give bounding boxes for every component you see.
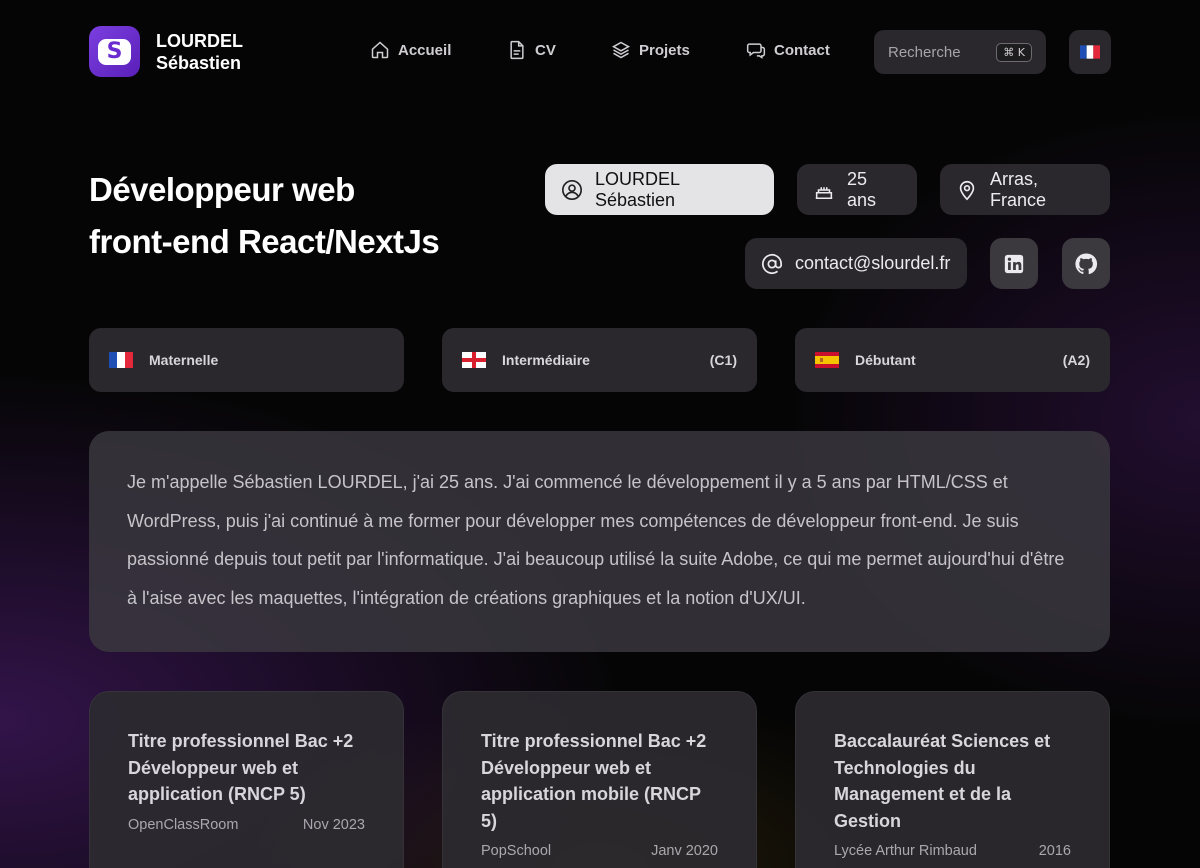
- github-icon: [1075, 252, 1098, 274]
- page: S LOURDEL Sébastien Accueil CV Projets C…: [0, 0, 1200, 868]
- education-title: Baccalauréat Sciences et Technologies du…: [834, 731, 1051, 831]
- layers-icon: [611, 41, 631, 59]
- language-label: Intermédiaire: [502, 352, 590, 368]
- education-date: 2016: [1038, 843, 1071, 859]
- brand-line1: LOURDEL: [156, 31, 243, 51]
- email-chip[interactable]: contact@slourdel.fr: [745, 238, 967, 289]
- location-chip: Arras, France: [940, 164, 1110, 215]
- language-level: (C1): [709, 352, 737, 368]
- education-school: Lycée Arthur Rimbaud: [834, 843, 977, 859]
- nav-accueil[interactable]: Accueil: [370, 40, 451, 60]
- nav-label: Projets: [639, 41, 690, 59]
- email-text: contact@slourdel.fr: [795, 253, 951, 273]
- education-card: Titre professionnel Bac +2 Développeur w…: [89, 691, 404, 868]
- title-line1: Développeur web: [89, 171, 355, 208]
- search-label: Recherche: [888, 43, 961, 61]
- page-title: Développeur web front-end React/NextJs: [89, 164, 529, 268]
- flag-en-icon: [462, 352, 486, 368]
- education-title: Titre professionnel Bac +2 Développeur w…: [128, 731, 354, 804]
- education-school: PopSchool: [481, 843, 552, 859]
- linkedin-button[interactable]: [990, 238, 1038, 289]
- language-label: Débutant: [855, 352, 916, 368]
- language-level: (A2): [1062, 352, 1090, 368]
- at-icon: [761, 253, 783, 274]
- bio-text: Je m'appelle Sébastien LOURDEL, j'ai 25 …: [127, 472, 1065, 608]
- title-line2: front-end React/NextJs: [89, 223, 440, 260]
- education-card: Titre professionnel Bac +2 Développeur w…: [442, 691, 757, 868]
- nav-label: Contact: [774, 41, 830, 59]
- nav-cv[interactable]: CV: [507, 40, 556, 60]
- search-shortcut: ⌘ K: [996, 42, 1032, 62]
- map-pin-icon: [959, 180, 975, 200]
- brand-line2: Sébastien: [156, 53, 242, 73]
- age-text: 25 ans: [847, 168, 877, 210]
- language-card-fr: Maternelle: [89, 328, 404, 392]
- brand-name[interactable]: LOURDEL Sébastien: [156, 30, 243, 74]
- nav-label: CV: [535, 41, 556, 59]
- education-card: Baccalauréat Sciences et Technologies du…: [795, 691, 1110, 868]
- search-button[interactable]: Recherche ⌘ K: [874, 30, 1046, 74]
- user-icon: [562, 179, 582, 200]
- education-date: Janv 2020: [651, 843, 718, 859]
- logo-letter: S: [98, 38, 131, 65]
- name-chip: LOURDEL Sébastien: [545, 164, 774, 215]
- chat-icon: [746, 43, 766, 59]
- nav-projets[interactable]: Projets: [611, 40, 690, 60]
- flag-fr-icon: [1080, 45, 1100, 59]
- file-icon: [510, 40, 524, 60]
- flag-es-icon: [815, 352, 839, 368]
- flag-fr-icon: [109, 352, 133, 368]
- education-date: Nov 2023: [302, 816, 365, 833]
- age-chip: 25 ans: [797, 164, 917, 215]
- location-text: Arras, France: [990, 168, 1047, 210]
- home-icon: [371, 41, 389, 59]
- cake-icon: [815, 186, 833, 199]
- nav-label: Accueil: [398, 41, 452, 59]
- nav-contact[interactable]: Contact: [746, 40, 830, 60]
- education-title: Titre professionnel Bac +2 Développeur w…: [481, 731, 707, 831]
- bio-card: Je m'appelle Sébastien LOURDEL, j'ai 25 …: [89, 431, 1110, 652]
- linkedin-icon: [1004, 254, 1024, 273]
- language-switcher[interactable]: [1069, 30, 1111, 74]
- language-card-en: Intermédiaire (C1): [442, 328, 757, 392]
- github-button[interactable]: [1062, 238, 1110, 289]
- language-card-es: Débutant (A2): [795, 328, 1110, 392]
- education-school: OpenClassRoom: [128, 816, 239, 833]
- logo[interactable]: S: [89, 26, 140, 77]
- name-text: LOURDEL Sébastien: [595, 168, 680, 210]
- language-label: Maternelle: [149, 352, 219, 368]
